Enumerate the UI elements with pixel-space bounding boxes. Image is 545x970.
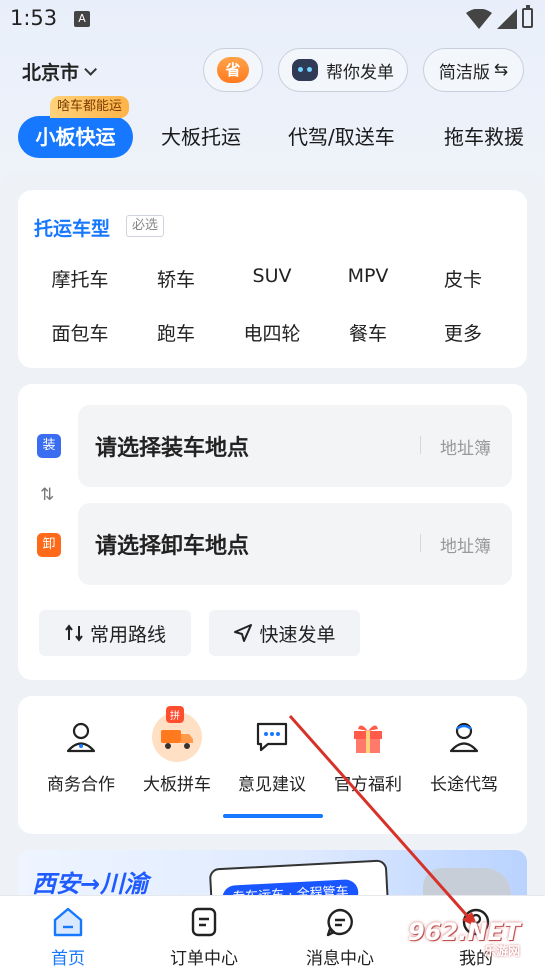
switch-icon: ⇆ bbox=[493, 60, 509, 80]
vehicle-type-option[interactable]: MPV bbox=[320, 265, 416, 287]
chat-icon bbox=[256, 722, 288, 752]
person-icon bbox=[66, 722, 96, 753]
vehicle-type-option[interactable]: 轿车 bbox=[128, 265, 224, 292]
unload-tag: 卸 bbox=[37, 533, 61, 557]
load-address-book-button[interactable]: 地址簿 bbox=[440, 434, 491, 459]
save-badge: 省 bbox=[217, 57, 249, 83]
status-bar: 1:53 A bbox=[0, 0, 545, 38]
quick-order-label: 快速发单 bbox=[259, 623, 336, 646]
vehicle-type-option[interactable]: 电四轮 bbox=[224, 319, 320, 346]
help-order-button[interactable]: 帮你发单 bbox=[278, 48, 408, 92]
watermark: 962.NET 乐游网 bbox=[408, 918, 520, 959]
vehicle-type-option[interactable]: 面包车 bbox=[32, 319, 128, 346]
notification-icon: A bbox=[74, 11, 90, 27]
city-label: 北京市 bbox=[22, 62, 80, 84]
load-tag: 装 bbox=[37, 434, 61, 458]
vehicle-type-option[interactable]: 皮卡 bbox=[415, 265, 511, 292]
quick-item-feedback[interactable]: 意见建议 bbox=[224, 712, 320, 795]
vehicle-type-option[interactable]: 餐车 bbox=[320, 319, 416, 346]
quick-services-card: 商务合作 拼 大板拼车 意见建议 官方福利 长途代驾 bbox=[18, 696, 527, 834]
nav-messages[interactable]: 消息中心 bbox=[285, 906, 395, 969]
help-order-label: 帮你发单 bbox=[326, 62, 394, 83]
battery-icon bbox=[522, 5, 533, 28]
vehicle-type-option[interactable]: 更多 bbox=[415, 319, 511, 346]
vehicle-type-option[interactable]: 摩托车 bbox=[32, 265, 128, 292]
robot-icon bbox=[292, 59, 318, 81]
quick-item-label: 意见建议 bbox=[238, 775, 306, 795]
nav-label: 消息中心 bbox=[306, 949, 374, 969]
vehicle-type-option[interactable]: 跑车 bbox=[128, 319, 224, 346]
quick-item-label: 商务合作 bbox=[47, 775, 115, 795]
tab-tow-rescue[interactable]: 拖车救援 bbox=[444, 116, 524, 158]
quick-item-long-distance[interactable]: 长途代驾 bbox=[416, 712, 512, 795]
quick-item-label: 大板拼车 bbox=[143, 775, 211, 795]
quick-item-carpool[interactable]: 拼 大板拼车 bbox=[129, 706, 225, 795]
load-address-field[interactable]: 请选择装车地点 地址簿 bbox=[78, 405, 512, 487]
wifi-icon bbox=[466, 9, 492, 29]
required-badge: 必选 bbox=[126, 215, 165, 237]
message-icon bbox=[326, 908, 353, 937]
nav-home[interactable]: 首页 bbox=[13, 906, 123, 969]
nav-label: 首页 bbox=[51, 949, 85, 969]
tab-small-board[interactable]: 小板快运 bbox=[18, 116, 133, 158]
order-icon bbox=[191, 907, 217, 937]
signal-icon bbox=[497, 9, 517, 29]
truck-icon bbox=[161, 730, 193, 749]
route-icon bbox=[65, 624, 83, 642]
tab-valet[interactable]: 代驾/取送车 bbox=[288, 116, 395, 158]
quick-item-label: 长途代驾 bbox=[430, 775, 498, 795]
save-button[interactable]: 省 bbox=[203, 48, 263, 92]
send-icon bbox=[234, 624, 253, 642]
divider bbox=[420, 436, 421, 454]
route-card: 装 请选择装车地点 地址簿 ⇅ 卸 请选择卸车地点 地址簿 常用路线 快速发单 bbox=[18, 384, 527, 680]
home-icon bbox=[53, 907, 83, 937]
tab-large-board[interactable]: 大板托运 bbox=[161, 116, 241, 158]
quick-item-business[interactable]: 商务合作 bbox=[33, 712, 129, 795]
scroll-indicator bbox=[223, 814, 323, 818]
vehicle-type-option[interactable]: SUV bbox=[224, 265, 320, 287]
unload-address-placeholder: 请选择卸车地点 bbox=[95, 534, 250, 559]
divider bbox=[420, 534, 421, 552]
status-time: 1:53 bbox=[10, 6, 58, 30]
common-routes-button[interactable]: 常用路线 bbox=[39, 610, 191, 656]
unload-address-field[interactable]: 请选择卸车地点 地址簿 bbox=[78, 503, 512, 585]
vehicle-type-title: 托运车型 bbox=[34, 218, 111, 240]
city-selector[interactable]: 北京市 bbox=[22, 58, 98, 85]
swap-icon[interactable]: ⇅ bbox=[40, 485, 54, 505]
quick-item-welfare[interactable]: 官方福利 bbox=[320, 712, 416, 795]
banner-title: 西安→川渝 bbox=[32, 870, 149, 898]
gift-icon bbox=[354, 725, 382, 753]
tab-promo-badge: 啥车都能运 bbox=[50, 96, 130, 118]
load-address-placeholder: 请选择装车地点 bbox=[95, 436, 250, 461]
quick-order-button[interactable]: 快速发单 bbox=[209, 610, 360, 656]
vehicle-type-card: 托运车型 必选 摩托车 轿车 SUV MPV 皮卡 面包车 跑车 电四轮 餐车 … bbox=[18, 190, 527, 368]
carpool-badge: 拼 bbox=[166, 706, 184, 723]
unload-address-book-button[interactable]: 地址簿 bbox=[440, 532, 491, 557]
driver-icon bbox=[449, 722, 479, 753]
nav-label: 订单中心 bbox=[170, 949, 238, 969]
nav-orders[interactable]: 订单中心 bbox=[149, 906, 259, 969]
simple-mode-button[interactable]: 简洁版 ⇆ bbox=[423, 48, 524, 92]
quick-item-label: 官方福利 bbox=[334, 775, 402, 795]
simple-mode-label: 简洁版 bbox=[438, 62, 490, 83]
common-routes-label: 常用路线 bbox=[89, 623, 166, 646]
